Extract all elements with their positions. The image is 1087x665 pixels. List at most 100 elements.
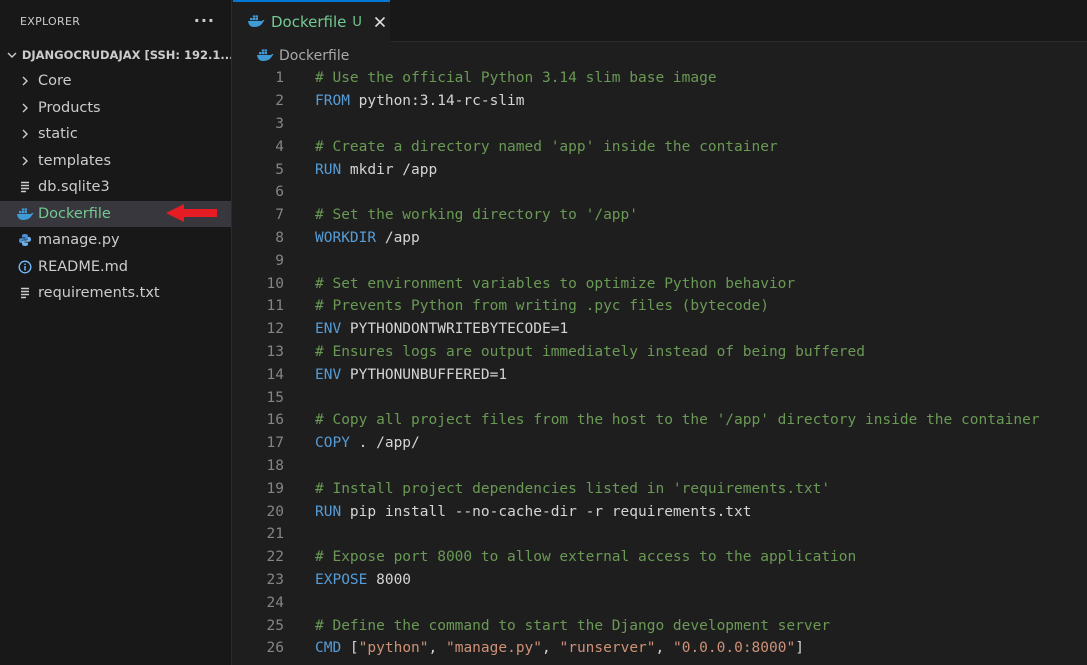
line-number: 25 — [266, 617, 284, 634]
code-comment: # Use the official Python 3.14 slim base… — [315, 70, 717, 87]
file-tree: Core Products static templates db.sqlite3 Doc… — [0, 68, 231, 307]
chevron-right-icon — [16, 99, 34, 117]
code-line: 18 — [233, 455, 1087, 478]
code-argument: mkdir /app — [341, 161, 438, 178]
code-text: FROM python:3.14-rc-slim — [315, 93, 525, 109]
code-line: 5 RUN mkdir /app — [233, 158, 1087, 181]
more-actions-button[interactable]: ··· — [194, 13, 215, 29]
explorer-header: EXPLORER ··· — [0, 0, 231, 42]
tree-item-label: static — [38, 126, 78, 143]
line-number: 12 — [266, 321, 284, 338]
chevron-right-icon — [16, 152, 34, 170]
code-text: # Expose port 8000 to allow external acc… — [315, 549, 856, 565]
code-line: 16 # Copy all project files from the host… — [233, 409, 1087, 432]
tree-item-readme-md[interactable]: README.md — [0, 254, 231, 281]
tab-label: Dockerfile — [271, 13, 347, 31]
docker-icon — [16, 205, 34, 223]
code-text: # Ensures logs are output immediately in… — [315, 344, 865, 360]
breadcrumb[interactable]: Dockerfile — [256, 46, 349, 66]
breadcrumb-label: Dockerfile — [279, 48, 350, 64]
code-text: # Copy all project files from the host t… — [315, 412, 1040, 428]
tree-item-core[interactable]: Core — [0, 68, 231, 95]
code-line: 21 — [233, 523, 1087, 546]
code-keyword: ENV — [315, 366, 342, 383]
code-line: 12 ENV PYTHONDONTWRITEBYTECODE=1 — [233, 318, 1087, 341]
code-argument: 8000 — [367, 571, 412, 588]
workspace-root-label: DJANGOCRUDAJAX [SSH: 192.1... — [21, 48, 231, 62]
line-number: 11 — [266, 298, 284, 315]
code-line: 2 FROM python:3.14-rc-slim — [233, 90, 1087, 113]
code-line: 1 # Use the official Python 3.14 slim bas… — [233, 67, 1087, 90]
tree-item-templates[interactable]: templates — [0, 148, 231, 175]
line-number: 26 — [266, 640, 284, 657]
line-number: 7 — [275, 207, 284, 224]
code-punctuation: , — [542, 640, 560, 657]
code-keyword: FROM — [315, 93, 350, 110]
code-line: 24 — [233, 591, 1087, 614]
chevron-right-icon — [16, 125, 34, 143]
tree-item-manage-py[interactable]: manage.py — [0, 227, 231, 254]
tree-item-label: db.sqlite3 — [38, 179, 110, 196]
code-text: # Set the working directory to '/app' — [315, 207, 638, 223]
code-text: # Create a directory named 'app' inside … — [315, 139, 778, 155]
code-comment: # Define the command to start the Django… — [315, 617, 831, 634]
code-text: # Install project dependencies listed in… — [315, 481, 830, 497]
python-icon — [16, 231, 34, 249]
code-keyword: RUN — [315, 161, 342, 178]
tree-item-label: README.md — [38, 258, 128, 275]
line-number: 13 — [266, 343, 284, 360]
code-text: COPY . /app/ — [315, 435, 420, 451]
tree-item-label: Core — [38, 73, 72, 90]
code-text: CMD ["python", "manage.py", "runserver",… — [315, 640, 804, 656]
code-line: 10 # Set environment variables to optimiz… — [233, 272, 1087, 295]
code-comment: # Install project dependencies listed in… — [315, 480, 831, 497]
code-comment: # Expose port 8000 to allow external acc… — [315, 549, 857, 566]
tree-item-requirements-txt[interactable]: requirements.txt — [0, 280, 231, 307]
code-line: 19 # Install project dependencies listed … — [233, 477, 1087, 500]
code-text: ENV PYTHONDONTWRITEBYTECODE=1 — [315, 321, 568, 337]
code-text: WORKDIR /app — [315, 230, 420, 246]
close-icon[interactable] — [374, 16, 386, 28]
code-line: 26 CMD ["python", "manage.py", "runserver… — [233, 637, 1087, 660]
code-text: ENV PYTHONUNBUFFERED=1 — [315, 367, 507, 383]
code-editor[interactable]: 1 # Use the official Python 3.14 slim bas… — [233, 67, 1087, 660]
code-punctuation: , — [428, 640, 446, 657]
code-text: EXPOSE 8000 — [315, 572, 411, 588]
tree-item-label: Products — [38, 99, 101, 116]
tree-item-products[interactable]: Products — [0, 95, 231, 122]
line-number: 9 — [275, 252, 284, 269]
code-keyword: CMD — [315, 640, 342, 657]
untracked-badge: U — [352, 14, 362, 30]
code-comment: # Set the working directory to '/app' — [315, 207, 639, 224]
tab-dockerfile[interactable]: Dockerfile U — [233, 0, 390, 42]
code-line: 7 # Set the working directory to '/app' — [233, 204, 1087, 227]
code-line: 13 # Ensures logs are output immediately … — [233, 341, 1087, 364]
editor-tab-bar: Dockerfile U — [233, 0, 1087, 42]
line-number: 24 — [266, 594, 284, 611]
line-number: 23 — [266, 571, 284, 588]
tree-item-db-sqlite3[interactable]: db.sqlite3 — [0, 174, 231, 201]
code-argument: . /app/ — [349, 435, 420, 452]
line-number: 17 — [266, 435, 284, 452]
explorer-sidebar: EXPLORER ··· DJANGOCRUDAJAX [SSH: 192.1.… — [0, 0, 232, 665]
code-keyword: WORKDIR — [315, 229, 377, 246]
code-punctuation: , — [655, 640, 673, 657]
code-argument: PYTHONUNBUFFERED=1 — [341, 366, 508, 383]
code-comment: # Set environment variables to optimize … — [315, 275, 796, 292]
code-line: 14 ENV PYTHONUNBUFFERED=1 — [233, 363, 1087, 386]
code-argument: python:3.14-rc-slim — [349, 93, 525, 110]
tree-item-label: requirements.txt — [38, 285, 160, 302]
code-comment: # Create a directory named 'app' inside … — [315, 138, 778, 155]
code-text: # Prevents Python from writing .pyc file… — [315, 298, 769, 314]
code-string: "runserver" — [559, 640, 656, 657]
line-number: 6 — [275, 184, 284, 201]
code-keyword: EXPOSE — [315, 571, 368, 588]
code-text: RUN pip install --no-cache-dir -r requir… — [315, 504, 752, 520]
line-number: 15 — [266, 389, 284, 406]
code-line: 8 WORKDIR /app — [233, 227, 1087, 250]
tree-item-static[interactable]: static — [0, 121, 231, 148]
workspace-root-folder[interactable]: DJANGOCRUDAJAX [SSH: 192.1... — [0, 42, 231, 68]
chevron-right-icon — [16, 72, 34, 90]
code-text: # Set environment variables to optimize … — [315, 276, 795, 292]
code-line: 4 # Create a directory named 'app' inside… — [233, 135, 1087, 158]
